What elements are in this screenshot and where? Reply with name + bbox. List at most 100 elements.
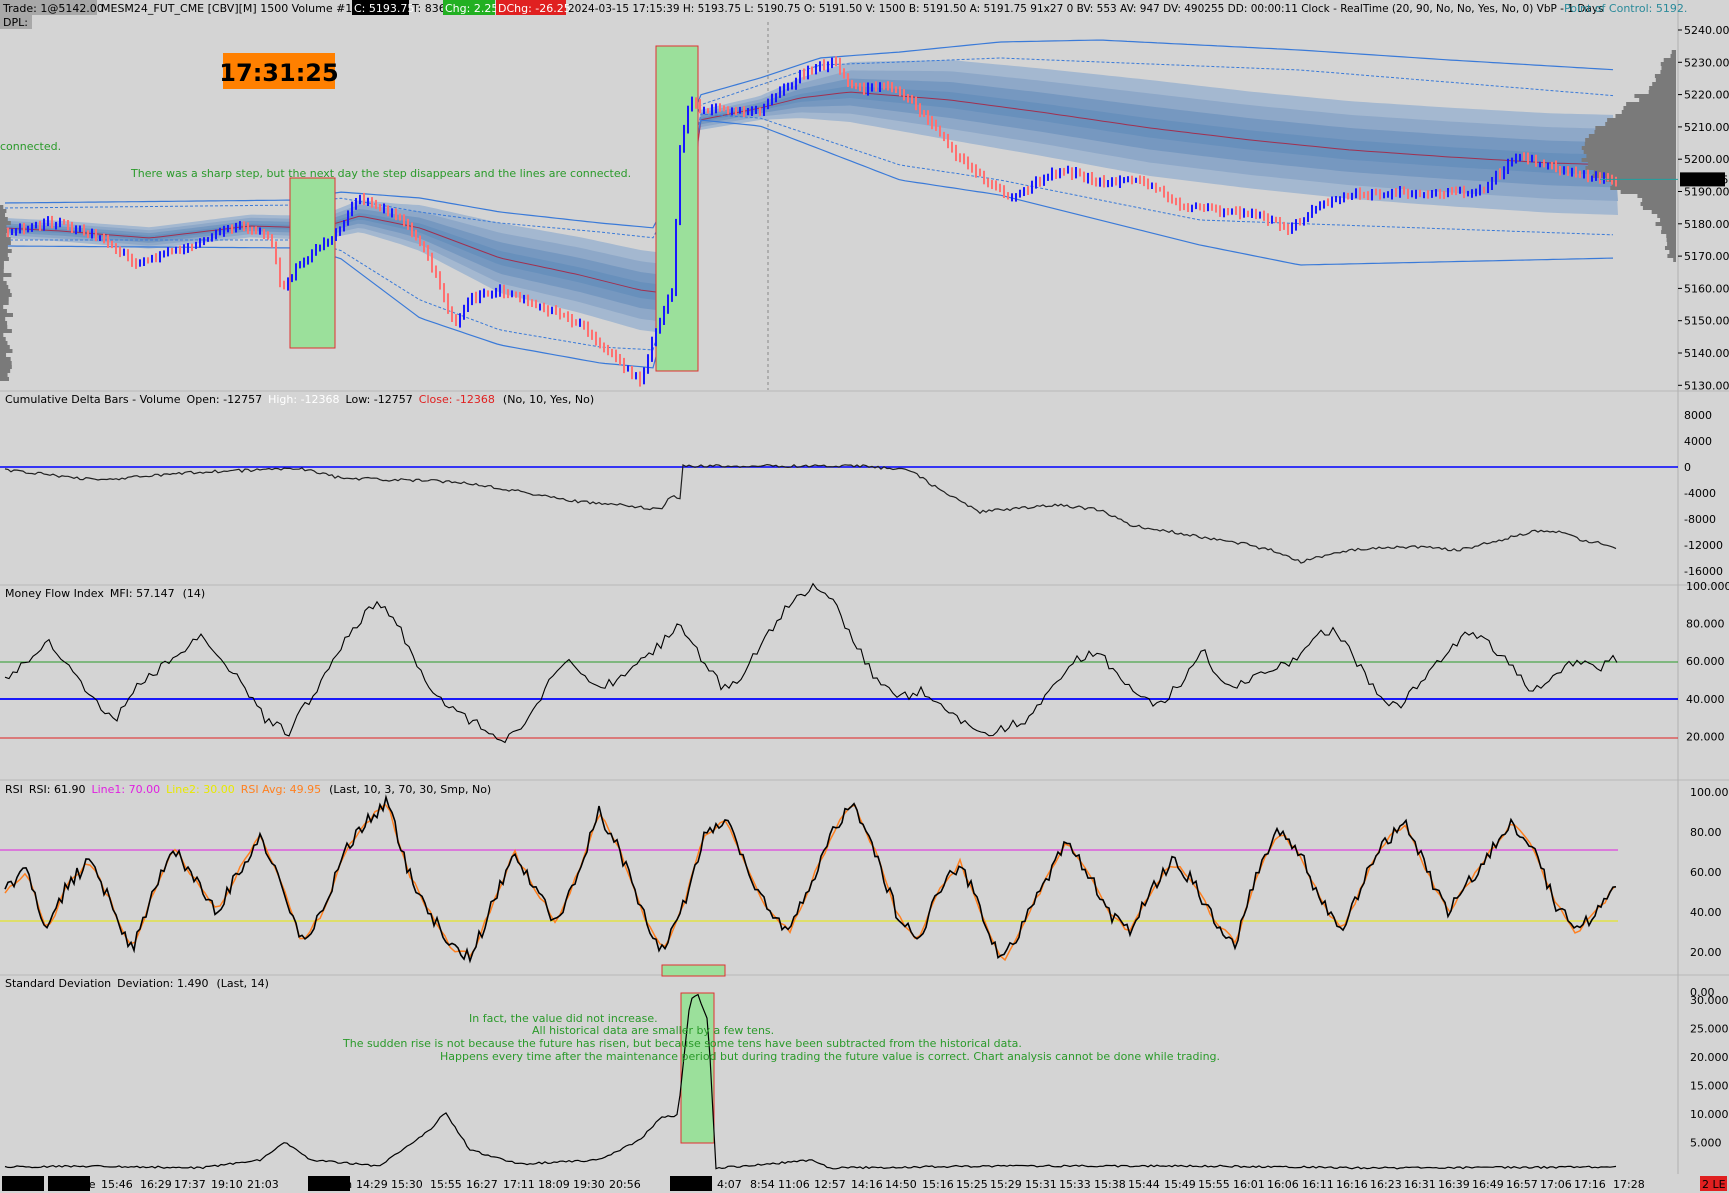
volume-profile-bar	[1621, 110, 1676, 114]
volume-profile-bar	[1611, 182, 1676, 186]
info-text: 2024-03-15 17:15:39 H: 5193.75 L: 5190.7…	[568, 3, 1604, 15]
sd-panel-title: Standard Deviation Deviation: 1.490 (Last,…	[5, 977, 269, 990]
time-axis[interactable]: 3-12 Tu 3-13 We 3-14 Th 3-15 Fr15:46 16:29 17…	[2, 1176, 1727, 1191]
volume-profile-bar	[0, 249, 12, 253]
rsi-line2: Line2: 30.00	[166, 783, 235, 796]
cd-open: Open: -12757	[187, 393, 263, 406]
volume-profile-bar	[0, 357, 11, 361]
time-label: 15:30	[391, 1178, 423, 1191]
volume-profile-bar	[1583, 150, 1676, 154]
time-label: 16:57	[1506, 1178, 1538, 1191]
volume-profile-bar	[1655, 222, 1676, 226]
rsi-panel-title: RSI RSI: 61.90 Line1: 70.00 Line2: 30.00 RSI…	[5, 783, 491, 796]
volume-profile-bar	[1660, 62, 1676, 66]
time-label: 17:16	[1574, 1178, 1606, 1191]
sd-tick-label: 15.000	[1690, 1080, 1729, 1093]
price-tick-label: 5220.00	[1684, 89, 1729, 102]
mfi-tick-label: 100.000	[1686, 580, 1729, 593]
close-badge: C: 5193.75	[354, 2, 414, 15]
mfi-tick-label: 40.000	[1686, 693, 1725, 706]
volume-profile-bar	[0, 317, 6, 321]
volume-profile-bar	[1634, 94, 1676, 98]
mfi-line	[4, 582, 1618, 744]
annotation-connected: connected.	[0, 140, 61, 153]
time-label: 12:57	[814, 1178, 846, 1191]
time-label: 19:10	[211, 1178, 243, 1191]
time-label: 15:55	[430, 1178, 462, 1191]
cd-close: Close: -12368	[419, 393, 495, 406]
rsi-value: RSI: 61.90	[29, 783, 86, 796]
time-label: 15:38	[1094, 1178, 1126, 1191]
volume-profile-bar	[0, 265, 4, 269]
annotation-sharp-step: There was a sharp step, but the next day…	[130, 167, 631, 180]
volume-profile-bar	[1642, 198, 1676, 202]
volume-profile-bar	[1623, 106, 1676, 110]
time-label: 16:29	[140, 1178, 172, 1191]
volume-profile-bar	[0, 225, 7, 229]
highlight-box-step	[289, 177, 336, 349]
sd-tick-label: 10.000	[1690, 1108, 1729, 1121]
cd-line	[4, 463, 1617, 564]
cd-tick-label: -12000	[1684, 539, 1723, 552]
time-label: 16:49	[1472, 1178, 1504, 1191]
volume-profile-bar	[1655, 78, 1676, 82]
volume-profile-bar	[0, 205, 4, 209]
cd-params: (No, 10, Yes, No)	[503, 393, 594, 406]
rsi-tick-label: 100.00	[1690, 786, 1729, 799]
time-label: 16:27	[466, 1178, 498, 1191]
mfi-params: (14)	[183, 587, 206, 600]
volume-profile-bar	[1652, 82, 1676, 86]
mfi-tick-label: 20.000	[1686, 730, 1725, 743]
highlight-box-small	[661, 964, 726, 977]
time-label: 15:16	[922, 1178, 954, 1191]
volume-profile-bar	[0, 257, 9, 261]
dchg-badge: DChg: -26.25	[498, 2, 571, 15]
date-label: 3-15 Fr	[672, 1178, 711, 1191]
volume-profile-bar	[1671, 50, 1676, 54]
date-label: 3-12 Tu	[4, 1178, 44, 1191]
volume-profile-bar	[1586, 154, 1676, 158]
volume-profile-bar	[0, 333, 4, 337]
time-label: 15:46	[101, 1178, 133, 1191]
price-tick-label: 5130.00	[1684, 379, 1729, 392]
cd-tick-label: -16000	[1684, 565, 1723, 578]
cd-tick-label: 4000	[1684, 435, 1712, 448]
time-label: 8:54	[750, 1178, 775, 1191]
chart-area[interactable]: Trade: 1@5142.00 MESM24_FUT_CME [CBV][M]…	[0, 0, 1729, 1193]
volume-profile-bar	[0, 289, 11, 293]
time-label: 16:31	[1404, 1178, 1436, 1191]
time-label: 18:09	[538, 1178, 570, 1191]
volume-profile-bar	[0, 377, 9, 381]
volume-profile-bar	[0, 221, 11, 225]
sd-line	[4, 993, 1617, 1170]
volume-profile-bar	[1661, 226, 1676, 230]
volume-profile-bar	[1661, 66, 1676, 70]
volume-profile-bar	[1666, 238, 1676, 242]
rsi-tick-label: 40.00	[1690, 906, 1722, 919]
volume-profile-bar	[0, 353, 7, 357]
price-tick-label: 5140.00	[1684, 347, 1729, 360]
cd-tick-label: 8000	[1684, 409, 1712, 422]
volume-profile-bar	[1654, 74, 1676, 78]
volume-profile-bar	[0, 337, 6, 341]
volume-profile-bar	[1593, 170, 1676, 174]
volume-profile-bar	[0, 241, 11, 245]
time-label: 17:06	[1540, 1178, 1572, 1191]
header-bar: Trade: 1@5142.00 MESM24_FUT_CME [CBV][M]…	[0, 0, 1687, 29]
volume-profile-bar	[1657, 214, 1676, 218]
time-label: 15:49	[1164, 1178, 1196, 1191]
rsi-tick-label: 20.00	[1690, 946, 1722, 959]
time-label: 16:23	[1370, 1178, 1402, 1191]
volume-profile-bar	[1594, 130, 1676, 134]
end-badge: 2 LE	[1702, 1178, 1726, 1191]
sd-value: Deviation: 1.490	[117, 977, 208, 990]
volume-profile-bar	[0, 273, 12, 277]
time-label: 17:28	[1613, 1178, 1645, 1191]
volume-profile-bar	[1588, 134, 1676, 138]
time-label: 16:39	[1438, 1178, 1470, 1191]
annotation-note-4: Happens every time after the maintenance…	[440, 1050, 1220, 1063]
volume-profile-bar	[0, 253, 8, 257]
volume-profile-bar	[1581, 158, 1676, 162]
volume-profile-bar	[1649, 86, 1676, 90]
annotation-note-2: All historical data are smaller by a few…	[532, 1024, 774, 1037]
